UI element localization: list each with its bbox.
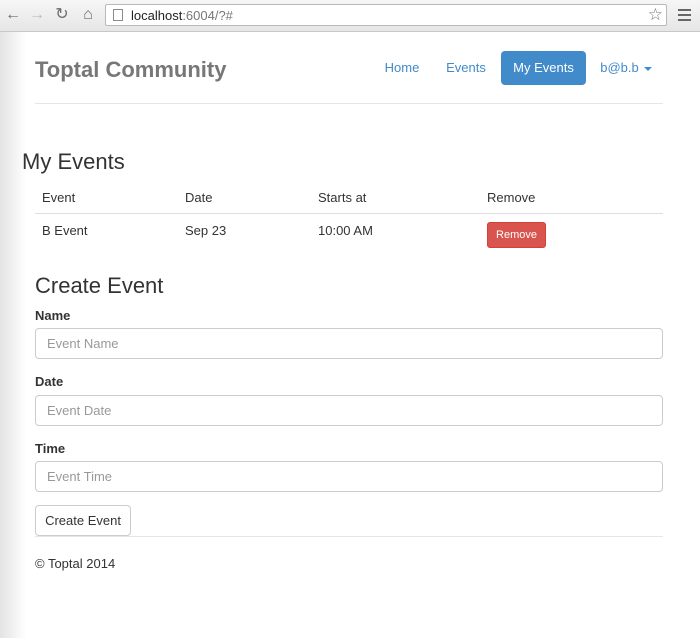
column-header-remove: Remove	[487, 190, 536, 205]
caret-down-icon	[643, 66, 652, 71]
nav-home[interactable]: Home	[378, 51, 426, 85]
nav-my-events[interactable]: My Events	[501, 51, 586, 85]
window-shadow	[0, 32, 26, 638]
date-label: Date	[35, 374, 64, 389]
time-label: Time	[35, 441, 66, 456]
event-time-input[interactable]	[35, 461, 663, 492]
create-event-button[interactable]: Create Event	[35, 505, 131, 536]
url-host: localhost	[131, 7, 183, 23]
column-header-starts-at: Starts at	[318, 190, 367, 205]
cell-starts-at: 10:00 AM	[318, 223, 373, 238]
nav-events[interactable]: Events	[441, 51, 491, 85]
footer-divider	[35, 536, 663, 537]
footer-copyright: © Toptal 2014	[35, 556, 116, 571]
brand-title[interactable]: Toptal Community	[35, 57, 226, 83]
bookmark-star-icon[interactable]: ☆	[648, 6, 663, 24]
create-event-heading: Create Event	[35, 273, 164, 298]
remove-button[interactable]: Remove	[487, 222, 546, 248]
column-header-event: Event	[42, 190, 76, 205]
back-arrow-icon[interactable]: ←	[4, 6, 22, 24]
nav-user-dropdown[interactable]: b@b.b	[596, 51, 656, 85]
column-header-date: Date	[185, 190, 213, 205]
url-path: :6004/?#	[182, 7, 233, 23]
page-icon	[113, 9, 123, 21]
hamburger-menu-icon[interactable]	[678, 9, 691, 21]
table-header-divider	[35, 213, 663, 214]
browser-toolbar: ← → ↻ ⌂ localhost:6004/?# ☆	[0, 0, 700, 32]
cell-event: B Event	[42, 223, 88, 238]
name-label: Name	[35, 308, 71, 323]
home-icon[interactable]: ⌂	[79, 6, 97, 24]
event-name-input[interactable]	[35, 328, 663, 359]
url-text[interactable]: localhost:6004/?#	[131, 8, 233, 23]
event-date-input[interactable]	[35, 395, 663, 426]
header-divider	[35, 103, 663, 104]
cell-date: Sep 23	[185, 223, 227, 238]
forward-arrow-icon[interactable]: →	[28, 6, 46, 24]
address-bar[interactable]: localhost:6004/?# ☆	[105, 4, 667, 26]
reload-icon[interactable]: ↻	[53, 6, 71, 24]
my-events-heading: My Events	[22, 149, 125, 174]
user-email: b@b.b	[600, 60, 639, 75]
